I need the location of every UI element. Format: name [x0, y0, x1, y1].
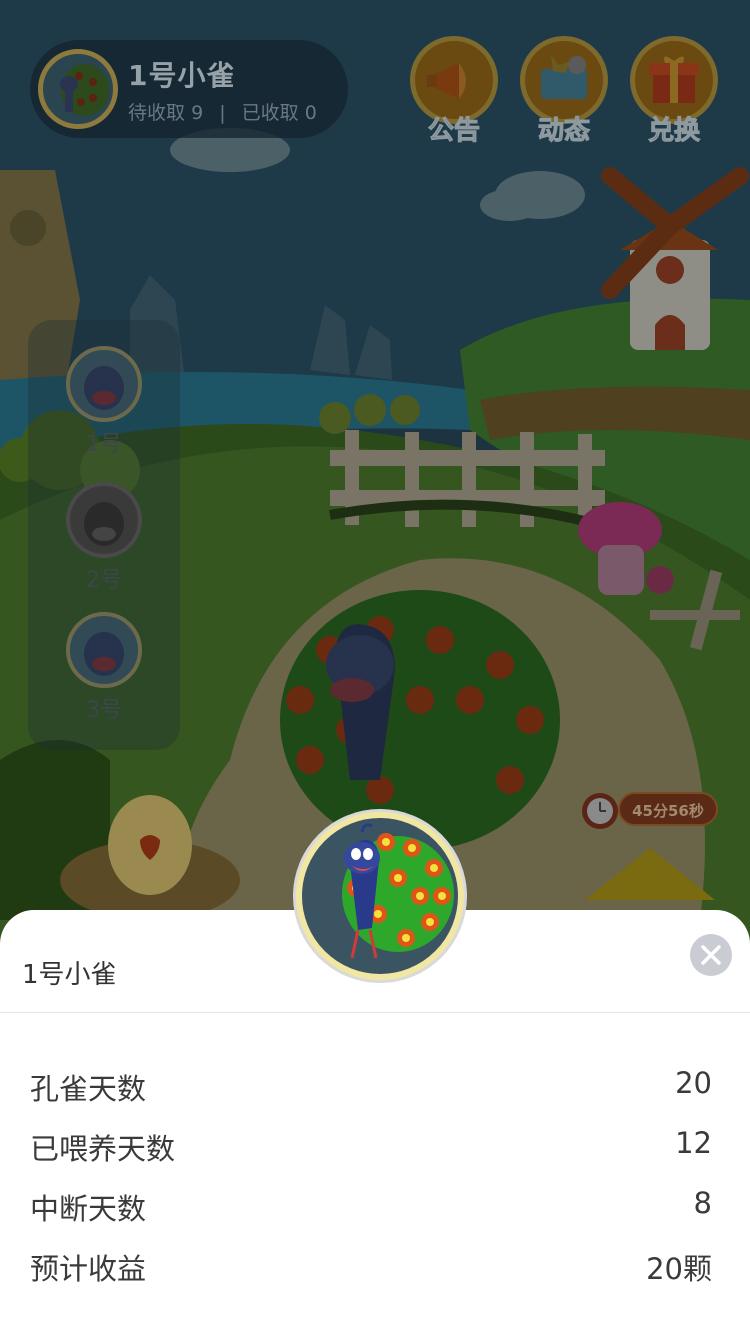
info-row-peacock-days: 孔雀天数 20 [30, 1060, 712, 1120]
info-value: 20 [675, 1066, 712, 1100]
info-value: 8 [693, 1186, 712, 1220]
profile-stats: 待收取 9 | 已收取 0 [128, 98, 317, 125]
info-label: 预计收益 [30, 1252, 147, 1286]
profile-card[interactable]: 1号小雀 待收取 9 | 已收取 0 [30, 40, 348, 138]
info-label: 已喂养天数 [30, 1132, 176, 1166]
peacock-item-label: 3号 [86, 698, 122, 723]
peacock-icon [60, 64, 109, 116]
peacock-avatar [296, 812, 464, 980]
profile-avatar [38, 49, 118, 129]
collected-label: 已收取 [241, 102, 299, 124]
info-label: 孔雀天数 [30, 1072, 147, 1106]
stats-separator: | [219, 102, 226, 124]
close-icon [701, 945, 721, 965]
info-value: 20颗 [646, 1252, 712, 1286]
peacock-item-3[interactable]: 3号 [62, 612, 146, 724]
countdown-timer: 45分56秒 [578, 786, 720, 832]
peacock-item-1[interactable]: 1号 [62, 346, 146, 458]
info-row-fed-days: 已喂养天数 12 [30, 1120, 712, 1180]
exchange-label: 兑换 [647, 116, 700, 147]
profile-name: 1号小雀 [128, 59, 236, 92]
announcement-button[interactable]: 公告 [408, 36, 500, 147]
sheet-title: 1号小雀 [22, 960, 117, 990]
peacock-face-icon [84, 502, 124, 546]
info-value: 12 [675, 1126, 712, 1160]
announcement-label: 公告 [427, 116, 480, 147]
peacock-face-icon [84, 366, 124, 410]
news-icon [541, 55, 587, 99]
gift-icon [649, 56, 699, 103]
megaphone-icon [427, 63, 466, 99]
peacock-icon [342, 823, 454, 959]
peacock-face-icon [84, 632, 124, 676]
countdown-text: 45分56秒 [632, 802, 704, 820]
info-list: 孔雀天数 20 已喂养天数 12 中断天数 8 预计收益 20颗 [30, 1060, 712, 1300]
peacock-item-2[interactable]: 2号 [62, 482, 146, 594]
collected-count: 0 [304, 102, 317, 124]
info-row-expected-earnings: 预计收益 20颗 [30, 1240, 712, 1300]
sheet-divider [0, 1012, 750, 1013]
pending-label: 待收取 [128, 102, 186, 124]
close-button[interactable] [690, 934, 732, 976]
info-row-interrupted-days: 中断天数 8 [30, 1180, 712, 1240]
activity-label: 动态 [537, 116, 590, 147]
pending-count: 9 [191, 102, 204, 124]
activity-button[interactable]: 动态 [518, 36, 610, 147]
peacock-item-label: 1号 [86, 432, 122, 457]
peacock-item-label: 2号 [86, 568, 122, 593]
exchange-button[interactable]: 兑换 [628, 36, 720, 147]
info-label: 中断天数 [30, 1192, 147, 1226]
